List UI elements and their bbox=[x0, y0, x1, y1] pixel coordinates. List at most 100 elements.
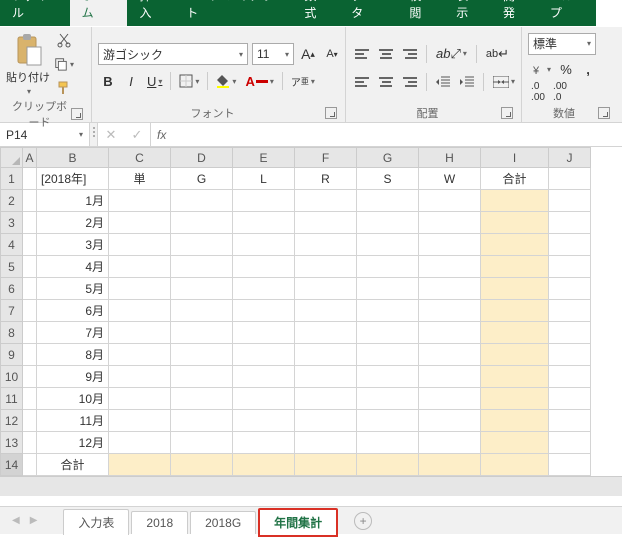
col-header[interactable]: D bbox=[171, 148, 233, 168]
borders-button[interactable]: ▾ bbox=[176, 70, 202, 92]
tab-home[interactable]: ホーム bbox=[70, 0, 128, 26]
name-box[interactable]: P14▾ bbox=[0, 123, 90, 146]
merge-button[interactable]: ▾ bbox=[490, 71, 518, 93]
cell[interactable]: W bbox=[419, 168, 481, 190]
tab-formulas[interactable]: 数式 bbox=[292, 0, 339, 26]
row-header[interactable]: 2 bbox=[1, 190, 23, 212]
col-header[interactable]: J bbox=[549, 148, 591, 168]
wrap-text-button[interactable]: ab↵ bbox=[483, 43, 512, 65]
sheet-nav-prev[interactable]: ◀ bbox=[8, 515, 24, 526]
cell[interactable]: 8月 bbox=[37, 344, 109, 366]
tab-insert[interactable]: 挿入 bbox=[127, 0, 174, 26]
row-header[interactable]: 10 bbox=[1, 366, 23, 388]
cell[interactable] bbox=[549, 168, 591, 190]
row-header[interactable]: 9 bbox=[1, 344, 23, 366]
format-painter-button[interactable] bbox=[54, 78, 74, 98]
dialog-launcher-align[interactable] bbox=[501, 107, 513, 119]
select-all-button[interactable] bbox=[1, 148, 23, 168]
cell[interactable]: 合計 bbox=[481, 168, 549, 190]
enter-formula-button[interactable]: ✓ bbox=[124, 124, 150, 146]
col-header[interactable]: C bbox=[109, 148, 171, 168]
row-header[interactable]: 7 bbox=[1, 300, 23, 322]
cell[interactable]: [2018年] bbox=[37, 168, 109, 190]
col-header[interactable]: I bbox=[481, 148, 549, 168]
col-header[interactable]: A bbox=[23, 148, 37, 168]
row-header[interactable]: 3 bbox=[1, 212, 23, 234]
align-left-button[interactable] bbox=[352, 71, 372, 93]
copy-button[interactable]: ▾ bbox=[54, 54, 74, 74]
decrease-decimal-button[interactable]: .00.0 bbox=[550, 81, 570, 103]
cell[interactable]: 2月 bbox=[37, 212, 109, 234]
paste-button[interactable]: 貼り付け ▾ bbox=[6, 33, 50, 96]
align-right-button[interactable] bbox=[400, 71, 420, 93]
orientation-button[interactable]: ab⤢▾ bbox=[433, 43, 470, 65]
tab-pagelayout[interactable]: ページ レイアウト bbox=[174, 0, 292, 26]
sheet-tab[interactable]: 2018G bbox=[190, 511, 256, 534]
cell[interactable]: 7月 bbox=[37, 322, 109, 344]
decrease-font-button[interactable]: A▾ bbox=[322, 43, 342, 65]
cell[interactable]: S bbox=[357, 168, 419, 190]
col-header[interactable]: B bbox=[37, 148, 109, 168]
align-center-button[interactable] bbox=[376, 71, 396, 93]
row-header[interactable]: 12 bbox=[1, 410, 23, 432]
tab-view[interactable]: 表示 bbox=[444, 0, 491, 26]
font-color-button[interactable]: A▾ bbox=[242, 70, 276, 92]
cell[interactable]: 3月 bbox=[37, 234, 109, 256]
tab-review[interactable]: 校閲 bbox=[397, 0, 444, 26]
dialog-launcher-clipboard[interactable] bbox=[71, 108, 83, 120]
cell[interactable]: 12月 bbox=[37, 432, 109, 454]
percent-button[interactable]: % bbox=[556, 59, 576, 81]
font-size-select[interactable]: 11▾ bbox=[252, 43, 294, 65]
row-header[interactable]: 5 bbox=[1, 256, 23, 278]
cell[interactable]: L bbox=[233, 168, 295, 190]
row-header[interactable]: 14 bbox=[1, 454, 23, 476]
number-format-select[interactable]: 標準▾ bbox=[528, 33, 596, 55]
col-header[interactable]: G bbox=[357, 148, 419, 168]
cell[interactable]: 6月 bbox=[37, 300, 109, 322]
cell[interactable] bbox=[23, 168, 37, 190]
font-name-select[interactable]: 游ゴシック▾ bbox=[98, 43, 248, 65]
col-header[interactable]: F bbox=[295, 148, 357, 168]
cell[interactable]: R bbox=[295, 168, 357, 190]
decrease-indent-button[interactable] bbox=[433, 71, 453, 93]
tab-developer[interactable]: 開発 bbox=[491, 0, 538, 26]
tab-help[interactable]: ヘルプ bbox=[538, 0, 596, 26]
fill-color-button[interactable]: ▾ bbox=[213, 70, 239, 92]
row-header[interactable]: 1 bbox=[1, 168, 23, 190]
cell[interactable]: 4月 bbox=[37, 256, 109, 278]
cell[interactable]: 11月 bbox=[37, 410, 109, 432]
formula-input[interactable] bbox=[172, 123, 622, 146]
col-header[interactable]: H bbox=[419, 148, 481, 168]
row-header[interactable]: 6 bbox=[1, 278, 23, 300]
dialog-launcher-number[interactable] bbox=[598, 107, 610, 119]
row-header[interactable]: 11 bbox=[1, 388, 23, 410]
dialog-launcher-font[interactable] bbox=[325, 107, 337, 119]
row-header[interactable]: 13 bbox=[1, 432, 23, 454]
formula-bar-splitter[interactable] bbox=[90, 123, 98, 146]
italic-button[interactable]: I bbox=[121, 70, 141, 92]
tab-data[interactable]: データ bbox=[339, 0, 397, 26]
increase-indent-button[interactable] bbox=[457, 71, 477, 93]
cell[interactable]: 1月 bbox=[37, 190, 109, 212]
increase-decimal-button[interactable]: .0.00 bbox=[528, 81, 548, 103]
row-header[interactable]: 4 bbox=[1, 234, 23, 256]
tell-me-icon[interactable] bbox=[596, 5, 612, 21]
increase-font-button[interactable]: A▴ bbox=[298, 43, 318, 65]
cell[interactable]: 単 bbox=[109, 168, 171, 190]
cell[interactable]: 10月 bbox=[37, 388, 109, 410]
new-sheet-button[interactable]: + bbox=[354, 512, 372, 530]
fx-icon[interactable]: fx bbox=[151, 123, 172, 146]
cut-button[interactable] bbox=[54, 30, 74, 50]
col-header[interactable]: E bbox=[233, 148, 295, 168]
cell[interactable]: 合計 bbox=[37, 454, 109, 476]
accounting-format-button[interactable]: ¥▾ bbox=[528, 59, 554, 81]
sheet-tab[interactable]: 入力表 bbox=[63, 509, 129, 535]
align-top-button[interactable] bbox=[352, 43, 372, 65]
comma-button[interactable]: , bbox=[578, 59, 598, 81]
cell[interactable]: 5月 bbox=[37, 278, 109, 300]
sheet-nav-next[interactable]: ▶ bbox=[26, 515, 42, 526]
cancel-formula-button[interactable]: ✕ bbox=[98, 124, 124, 146]
phonetic-button[interactable]: ア亜▾ bbox=[288, 70, 318, 92]
align-middle-button[interactable] bbox=[376, 43, 396, 65]
cell[interactable]: G bbox=[171, 168, 233, 190]
